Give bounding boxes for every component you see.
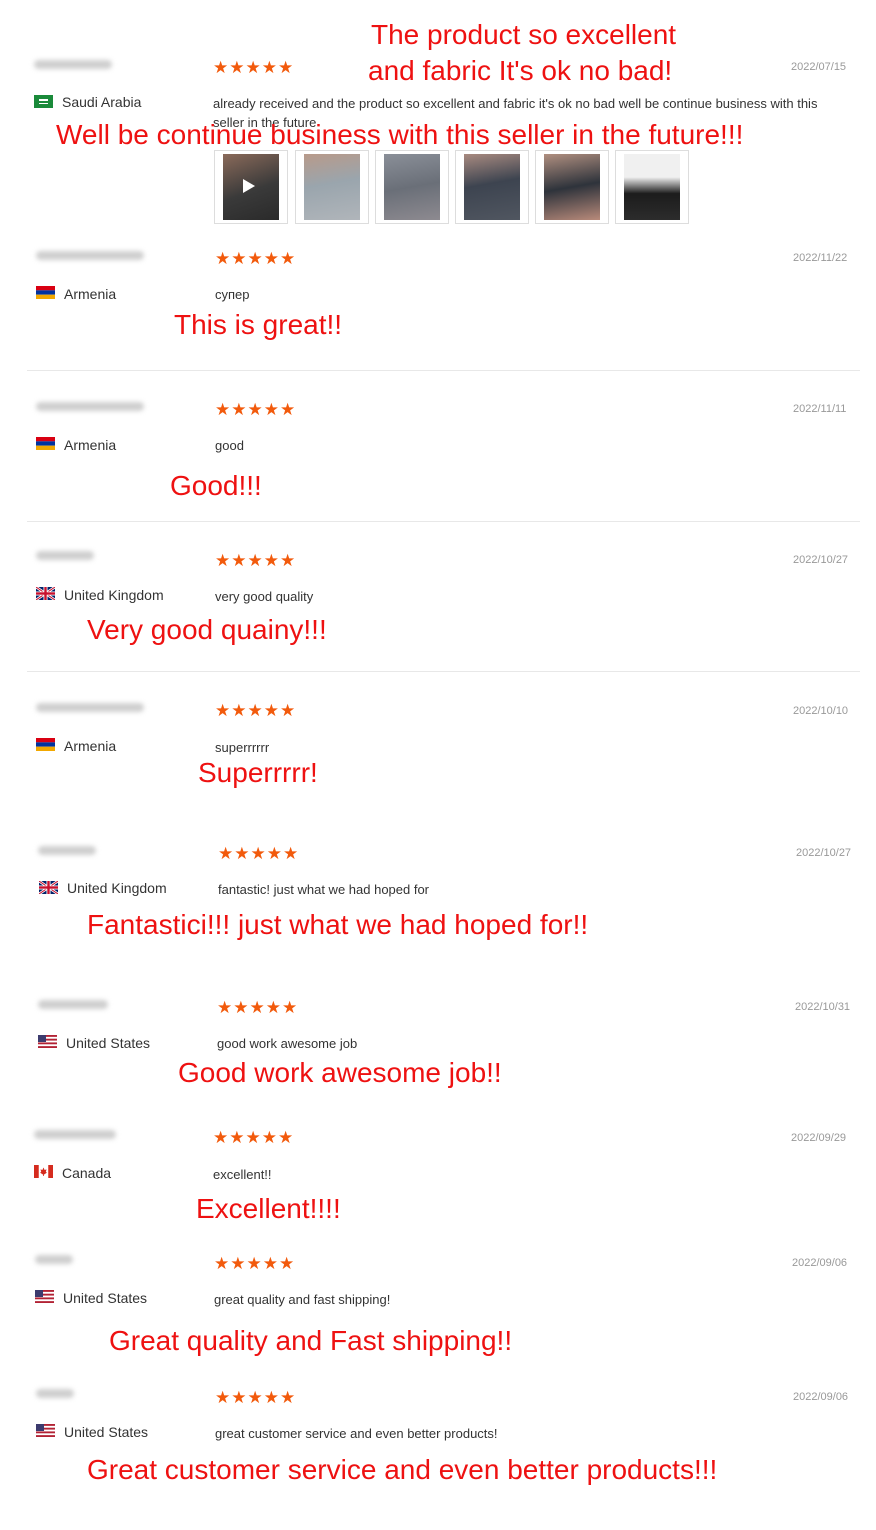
star-rating: ★★★★★ (217, 998, 299, 1017)
reviewer-name-blurred (36, 402, 144, 411)
review-photo-thumbnail[interactable] (455, 150, 529, 224)
saudi-arabia-flag-icon (34, 95, 53, 108)
review-text: great quality and fast shipping! (214, 1292, 391, 1307)
reviewer-country: United States (64, 1424, 149, 1440)
reviewer-country: Armenia (64, 738, 117, 754)
review-date: 2022/10/31 (795, 1001, 851, 1013)
review-overlay-line-2: and fabric It's ok no bad! (368, 55, 673, 86)
star-rating: ★★★★★ (213, 1128, 295, 1147)
reviewer-name-blurred (36, 703, 144, 712)
play-icon (243, 179, 255, 193)
review-date: 2022/10/27 (796, 847, 852, 859)
star-rating: ★★★★★ (215, 400, 297, 419)
review-overlay: Great quality and Fast shipping!! (109, 1325, 513, 1356)
reviewer-name-blurred (36, 251, 144, 260)
reviewer-country: United Kingdom (64, 587, 164, 603)
review-date: 2022/11/11 (793, 403, 847, 415)
review-text: very good quality (215, 589, 314, 604)
review-text: excellent!! (213, 1167, 272, 1182)
review-date: 2022/09/06 (793, 1391, 849, 1403)
review-overlay-line-3: Well be continue business with this sell… (56, 119, 744, 150)
armenia-flag-icon (36, 738, 55, 751)
reviewer-country: Saudi Arabia (62, 94, 142, 110)
star-rating: ★★★★★ (215, 551, 297, 570)
star-rating: ★★★★★ (218, 844, 300, 863)
review-text: fantastic! just what we had hoped for (218, 882, 430, 897)
review-date: 2022/09/06 (792, 1257, 848, 1269)
us-flag-icon (36, 1424, 55, 1437)
review-date: 2022/09/29 (791, 1132, 847, 1144)
review-text: супер (215, 287, 250, 302)
review-text: good (215, 438, 244, 453)
review-text: good work awesome job (217, 1036, 358, 1051)
review-date: 2022/10/10 (793, 705, 849, 717)
star-rating: ★★★★★ (215, 249, 297, 268)
star-rating: ★★★★★ (213, 58, 295, 77)
uk-flag-icon (36, 587, 55, 600)
reviewer-name-blurred (38, 1000, 108, 1009)
review-overlay: Fantastici!!! just what we had hoped for… (87, 909, 589, 940)
reviewer-country: United Kingdom (67, 880, 167, 896)
reviewer-country: Canada (62, 1165, 112, 1181)
us-flag-icon (38, 1035, 57, 1048)
canada-flag-icon (34, 1165, 53, 1178)
review-date: 2022/07/15 (791, 61, 847, 73)
review-date: 2022/11/22 (793, 252, 848, 264)
review-photo-thumbnail[interactable] (535, 150, 609, 224)
review-photo-thumbnail[interactable] (615, 150, 689, 224)
review-text: great customer service and even better p… (215, 1426, 498, 1441)
review-overlay: Excellent!!!! (196, 1193, 341, 1224)
divider (27, 671, 860, 672)
review-text: superrrrrr (215, 740, 270, 755)
star-rating: ★★★★★ (214, 1254, 296, 1273)
armenia-flag-icon (36, 437, 55, 450)
review-overlay: Great customer service and even better p… (87, 1454, 718, 1485)
star-rating: ★★★★★ (215, 701, 297, 720)
reviewer-country: Armenia (64, 286, 117, 302)
star-rating: ★★★★★ (215, 1388, 297, 1407)
reviewer-name-blurred (36, 1389, 74, 1398)
reviewer-name-blurred (34, 60, 112, 69)
review-photo-thumbnail[interactable] (295, 150, 369, 224)
reviewer-name-blurred (36, 551, 94, 560)
review-overlay: Good!!! (170, 470, 262, 501)
divider (27, 370, 860, 371)
review-overlay-line-1: The product so excellent (371, 19, 677, 50)
us-flag-icon (35, 1290, 54, 1303)
reviewer-country: United States (63, 1290, 148, 1306)
reviewer-country: Armenia (64, 437, 117, 453)
review-video-thumbnail[interactable] (214, 150, 288, 224)
review-overlay: Good work awesome job!! (178, 1057, 502, 1088)
review-date: 2022/10/27 (793, 554, 849, 566)
armenia-flag-icon (36, 286, 55, 299)
divider (27, 521, 860, 522)
review-overlay: This is great!! (174, 309, 343, 340)
review-overlay: Very good quainy!!! (87, 614, 327, 645)
reviewer-name-blurred (34, 1130, 116, 1139)
reviewer-name-blurred (35, 1255, 73, 1264)
uk-flag-icon (39, 881, 58, 894)
reviewer-name-blurred (38, 846, 96, 855)
reviewer-country: United States (66, 1035, 151, 1051)
review-overlay: Superrrrr! (198, 757, 318, 788)
review-photo-thumbnail[interactable] (375, 150, 449, 224)
